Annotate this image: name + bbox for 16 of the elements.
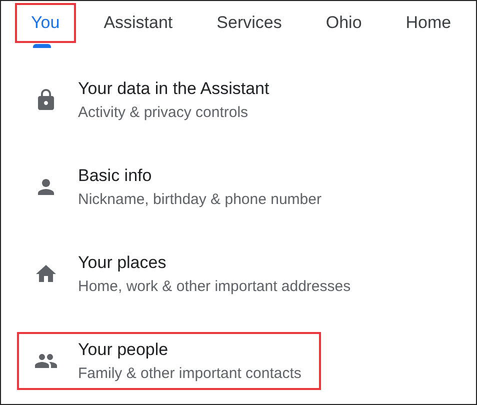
settings-item[interactable]: Your places Home, work & other important addresses <box>17 244 371 302</box>
item-subtitle: Nickname, birthday & phone number <box>78 190 322 208</box>
settings-item[interactable]: Your data in the Assistant Activity & privacy controls <box>17 70 290 128</box>
item-title: Your places <box>78 252 168 272</box>
item-title: Basic info <box>78 166 153 186</box>
item-title: Your people <box>78 340 170 360</box>
tab[interactable]: Home <box>390 3 468 43</box>
tab[interactable]: Assistant <box>88 3 189 43</box>
item-subtitle: Activity & privacy controls <box>78 104 250 120</box>
settings-item[interactable]: Basic info Nickname, birthday & phone number <box>17 158 342 216</box>
tab[interactable]: Ohio <box>310 3 378 43</box>
item-subtitle: Home, work & other important addresses <box>78 278 351 294</box>
settings-item[interactable]: Your people Family & other important contacts <box>17 332 322 390</box>
item-title: Your data in the Assistant <box>78 78 270 98</box>
item-subtitle: Family & other important contacts <box>78 364 302 382</box>
tab[interactable]: Services <box>200 3 298 43</box>
